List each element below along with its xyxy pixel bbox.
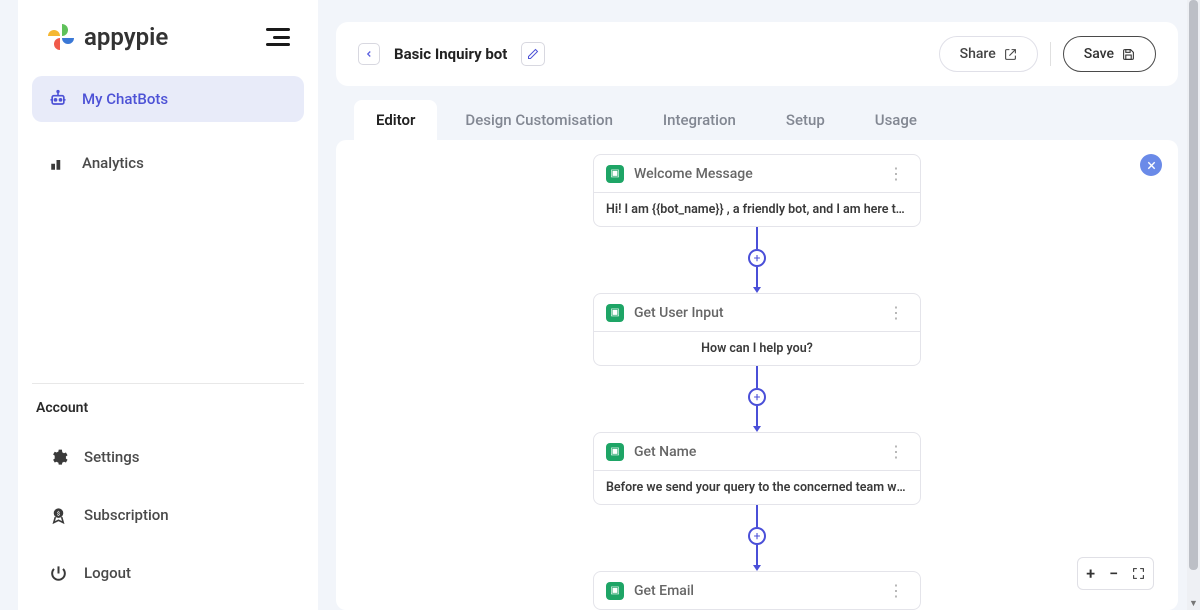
back-button[interactable] — [358, 43, 380, 65]
sidebar: appypie My ChatBots — [18, 0, 318, 610]
sidebar-item-subscription[interactable]: $ Subscription — [32, 492, 304, 538]
tab-setup[interactable]: Setup — [764, 100, 847, 140]
flow-canvas[interactable]: ▣ Welcome Message ⋮ Hi! I am {{bot_name}… — [336, 140, 1178, 610]
sidebar-item-label: Settings — [84, 448, 140, 466]
chart-icon — [48, 153, 68, 173]
robot-icon — [48, 89, 68, 109]
menu-toggle-icon[interactable] — [266, 28, 290, 46]
sidebar-item-settings[interactable]: Settings — [32, 434, 304, 480]
divider — [1050, 42, 1051, 66]
brand-name: appypie — [84, 23, 168, 51]
flow-node-get-email[interactable]: ▣ Get Email ⋮ — [593, 571, 921, 610]
scrollbar-down-arrow[interactable]: ▼ — [1187, 596, 1200, 610]
divider — [32, 383, 304, 384]
add-node-button[interactable]: + — [748, 388, 766, 406]
node-body: Hi! I am {{bot_name}} , a friendly bot, … — [594, 192, 920, 226]
scrollbar-thumb[interactable] — [1189, 0, 1198, 570]
sidebar-item-label: My ChatBots — [82, 90, 168, 108]
badge-icon: $ — [48, 505, 68, 525]
message-icon: ▣ — [606, 165, 624, 183]
flow-connector: + — [748, 366, 766, 432]
flow-connector: + — [748, 505, 766, 571]
sidebar-item-label: Subscription — [84, 506, 169, 524]
add-node-button[interactable]: + — [748, 249, 766, 267]
node-title: Get Name — [634, 444, 874, 460]
main-nav: My ChatBots Analytics — [18, 72, 318, 190]
flow-nodes: ▣ Welcome Message ⋮ Hi! I am {{bot_name}… — [593, 154, 921, 610]
node-title: Welcome Message — [634, 166, 874, 182]
share-button[interactable]: Share — [939, 36, 1038, 72]
message-icon: ▣ — [606, 304, 624, 322]
message-icon: ▣ — [606, 582, 624, 600]
tabs: Editor Design Customisation Integration … — [336, 100, 1178, 140]
brand-logo[interactable]: appypie — [46, 22, 168, 52]
gear-icon — [48, 447, 68, 467]
share-icon — [1004, 48, 1017, 61]
node-menu-button[interactable]: ⋮ — [884, 164, 908, 183]
sidebar-item-label: Logout — [84, 564, 131, 582]
account-heading: Account — [18, 400, 318, 430]
flow-node-get-name[interactable]: ▣ Get Name ⋮ Before we send your query t… — [593, 432, 921, 505]
power-icon — [48, 563, 68, 583]
share-label: Share — [960, 46, 996, 62]
edit-title-button[interactable] — [521, 42, 545, 66]
close-panel-button[interactable] — [1140, 154, 1162, 176]
main-content: Basic Inquiry bot Share Save Editor Desi — [336, 0, 1200, 610]
sidebar-item-chatbots[interactable]: My ChatBots — [32, 76, 304, 122]
node-body: How can I help you? — [594, 331, 920, 365]
node-menu-button[interactable]: ⋮ — [884, 303, 908, 322]
tab-usage[interactable]: Usage — [853, 100, 939, 140]
node-body: Before we send your query to the concern… — [594, 470, 920, 504]
tab-design[interactable]: Design Customisation — [443, 100, 635, 140]
topbar: Basic Inquiry bot Share Save — [336, 22, 1178, 86]
save-button[interactable]: Save — [1063, 36, 1156, 72]
sidebar-item-label: Analytics — [82, 154, 144, 172]
account-nav: Settings $ Subscription Logout — [18, 430, 318, 600]
save-label: Save — [1084, 46, 1114, 62]
zoom-in-button[interactable]: + — [1086, 564, 1095, 583]
add-node-button[interactable]: + — [748, 527, 766, 545]
svg-text:$: $ — [56, 510, 59, 517]
scrollbar-track[interactable]: ▼ — [1187, 0, 1200, 610]
node-title: Get User Input — [634, 305, 874, 321]
node-title: Get Email — [634, 583, 874, 599]
canvas-zoom-controls: + − — [1077, 557, 1154, 590]
page-title: Basic Inquiry bot — [394, 45, 507, 63]
tab-integration[interactable]: Integration — [641, 100, 758, 140]
sidebar-item-analytics[interactable]: Analytics — [32, 140, 304, 186]
sidebar-item-logout[interactable]: Logout — [32, 550, 304, 596]
flow-node-welcome[interactable]: ▣ Welcome Message ⋮ Hi! I am {{bot_name}… — [593, 154, 921, 227]
flow-node-user-input[interactable]: ▣ Get User Input ⋮ How can I help you? — [593, 293, 921, 366]
logo-icon — [46, 22, 76, 52]
message-icon: ▣ — [606, 443, 624, 461]
fullscreen-button[interactable] — [1132, 567, 1145, 580]
node-menu-button[interactable]: ⋮ — [884, 581, 908, 600]
node-menu-button[interactable]: ⋮ — [884, 442, 908, 461]
zoom-out-button[interactable]: − — [1109, 564, 1118, 583]
save-icon — [1122, 48, 1135, 61]
flow-connector: + — [748, 227, 766, 293]
tab-editor[interactable]: Editor — [354, 100, 437, 140]
